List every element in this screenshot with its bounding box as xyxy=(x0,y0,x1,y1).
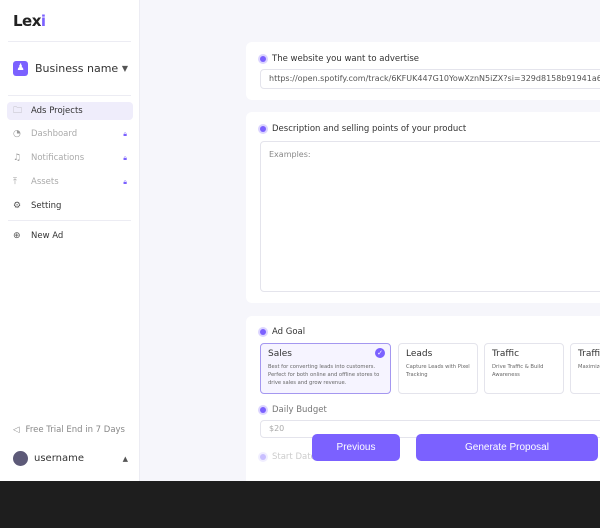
sidebar-item-label: New Ad xyxy=(31,231,64,241)
gauge-icon: ◔ xyxy=(13,129,21,139)
description-label: Description and selling points of your p… xyxy=(260,124,466,134)
goal-desc: Capture Leads with Pixel Tracking xyxy=(406,364,470,378)
bullet-icon xyxy=(260,329,266,335)
sidebar-item-label: Notifications xyxy=(31,153,85,163)
sidebar-item-assets[interactable]: ⤒ Assets 🔒︎ xyxy=(7,173,133,191)
business-icon: ♟ xyxy=(13,61,28,76)
sidebar-item-label: Assets xyxy=(31,177,59,187)
logo: Lexi xyxy=(13,12,46,30)
ad-goal-label: Ad Goal xyxy=(260,327,305,337)
lock-icon: 🔒︎ xyxy=(123,177,127,186)
folder-icon: 🗀 xyxy=(13,106,23,116)
sidebar-item-dashboard[interactable]: ◔ Dashboard 🔒︎ xyxy=(7,125,133,143)
lock-icon: 🔒︎ xyxy=(123,129,127,138)
goal-title: Sales xyxy=(268,349,292,359)
business-selector[interactable]: ♟ Business name ▼ xyxy=(13,61,128,76)
sidebar-item-label: Ads Projects xyxy=(31,106,83,116)
goal-option-traffic-2[interactable]: Traffic Maximize Traffic, T xyxy=(570,343,600,394)
website-card: The website you want to advertise https:… xyxy=(246,42,600,100)
budget-label: Daily Budget xyxy=(260,405,327,415)
username: username xyxy=(34,453,84,464)
website-input[interactable]: https://open.spotify.com/track/6KFUK447G… xyxy=(260,69,600,89)
description-label-text: Description and selling points of your p… xyxy=(272,124,467,134)
gear-icon: ⚙ xyxy=(13,201,22,211)
goal-desc: Drive Traffic & Build Awareness xyxy=(492,364,544,378)
chevron-down-icon: ▼ xyxy=(121,64,128,73)
lock-icon: 🔒︎ xyxy=(123,153,127,162)
divider xyxy=(8,41,131,42)
previous-button[interactable]: Previous xyxy=(312,434,400,461)
chevron-up-icon: ▲ xyxy=(122,454,128,463)
goal-option-sales[interactable]: Sales Best for converting leads into cust… xyxy=(260,343,391,394)
goal-desc: Maximize Traffic, T xyxy=(578,364,600,370)
logo-i: i xyxy=(40,12,46,30)
generate-proposal-button[interactable]: Generate Proposal xyxy=(416,434,598,461)
new-ad-button[interactable]: ⊕ New Ad xyxy=(7,227,133,245)
logo-text: Lex xyxy=(13,12,41,30)
goal-option-traffic[interactable]: Traffic Drive Traffic & Build Awareness xyxy=(484,343,564,394)
budget-label-text: Daily Budget xyxy=(272,405,327,415)
upload-icon: ⤒ xyxy=(13,177,17,187)
sidebar-item-label: Setting xyxy=(31,201,62,211)
business-name: Business name xyxy=(35,62,119,75)
bullet-icon xyxy=(260,407,266,413)
website-label-text: The website you want to advertise xyxy=(272,54,419,64)
goal-title: Leads xyxy=(406,349,433,359)
divider xyxy=(8,220,131,221)
bullet-icon xyxy=(260,126,266,132)
goal-title: Traffic xyxy=(492,349,520,359)
sidebar-item-ads-projects[interactable]: 🗀 Ads Projects xyxy=(7,102,133,120)
trial-text: Free Trial End in 7 Days xyxy=(25,425,125,435)
avatar xyxy=(13,451,28,466)
bell-icon: ♫ xyxy=(13,153,22,163)
description-card: Description and selling points of your p… xyxy=(246,112,600,303)
goal-desc: Best for converting leads into customers… xyxy=(268,364,380,386)
goal-option-leads[interactable]: Leads Capture Leads with Pixel Tracking xyxy=(398,343,478,394)
megaphone-icon: ◁ xyxy=(13,425,20,435)
sidebar-item-label: Dashboard xyxy=(31,129,78,139)
website-label: The website you want to advertise xyxy=(260,54,419,64)
description-textarea[interactable]: Examples: xyxy=(260,141,600,292)
check-icon: ✓ xyxy=(375,348,385,358)
bullet-icon xyxy=(260,56,266,62)
ad-goal-label-text: Ad Goal xyxy=(272,327,306,337)
sidebar-item-setting[interactable]: ⚙ Setting xyxy=(7,197,133,215)
sidebar-item-notifications[interactable]: ♫ Notifications 🔒︎ xyxy=(7,149,133,167)
user-menu[interactable]: username ▲ xyxy=(13,451,128,466)
bullet-icon xyxy=(260,454,266,460)
start-date-label-text: Start Date xyxy=(272,452,316,462)
goal-title: Traffic xyxy=(578,349,600,359)
app: Lexi ♟ Business name ▼ 🗀 Ads Projects ◔ Dash… xyxy=(0,0,600,481)
start-date-label: Start Date xyxy=(260,452,316,462)
trial-notice: ◁ Free Trial End in 7 Days xyxy=(13,425,125,435)
divider xyxy=(8,95,131,96)
sidebar: Lexi ♟ Business name ▼ 🗀 Ads Projects ◔ Dash… xyxy=(0,0,140,481)
plus-circle-icon: ⊕ xyxy=(13,231,21,241)
